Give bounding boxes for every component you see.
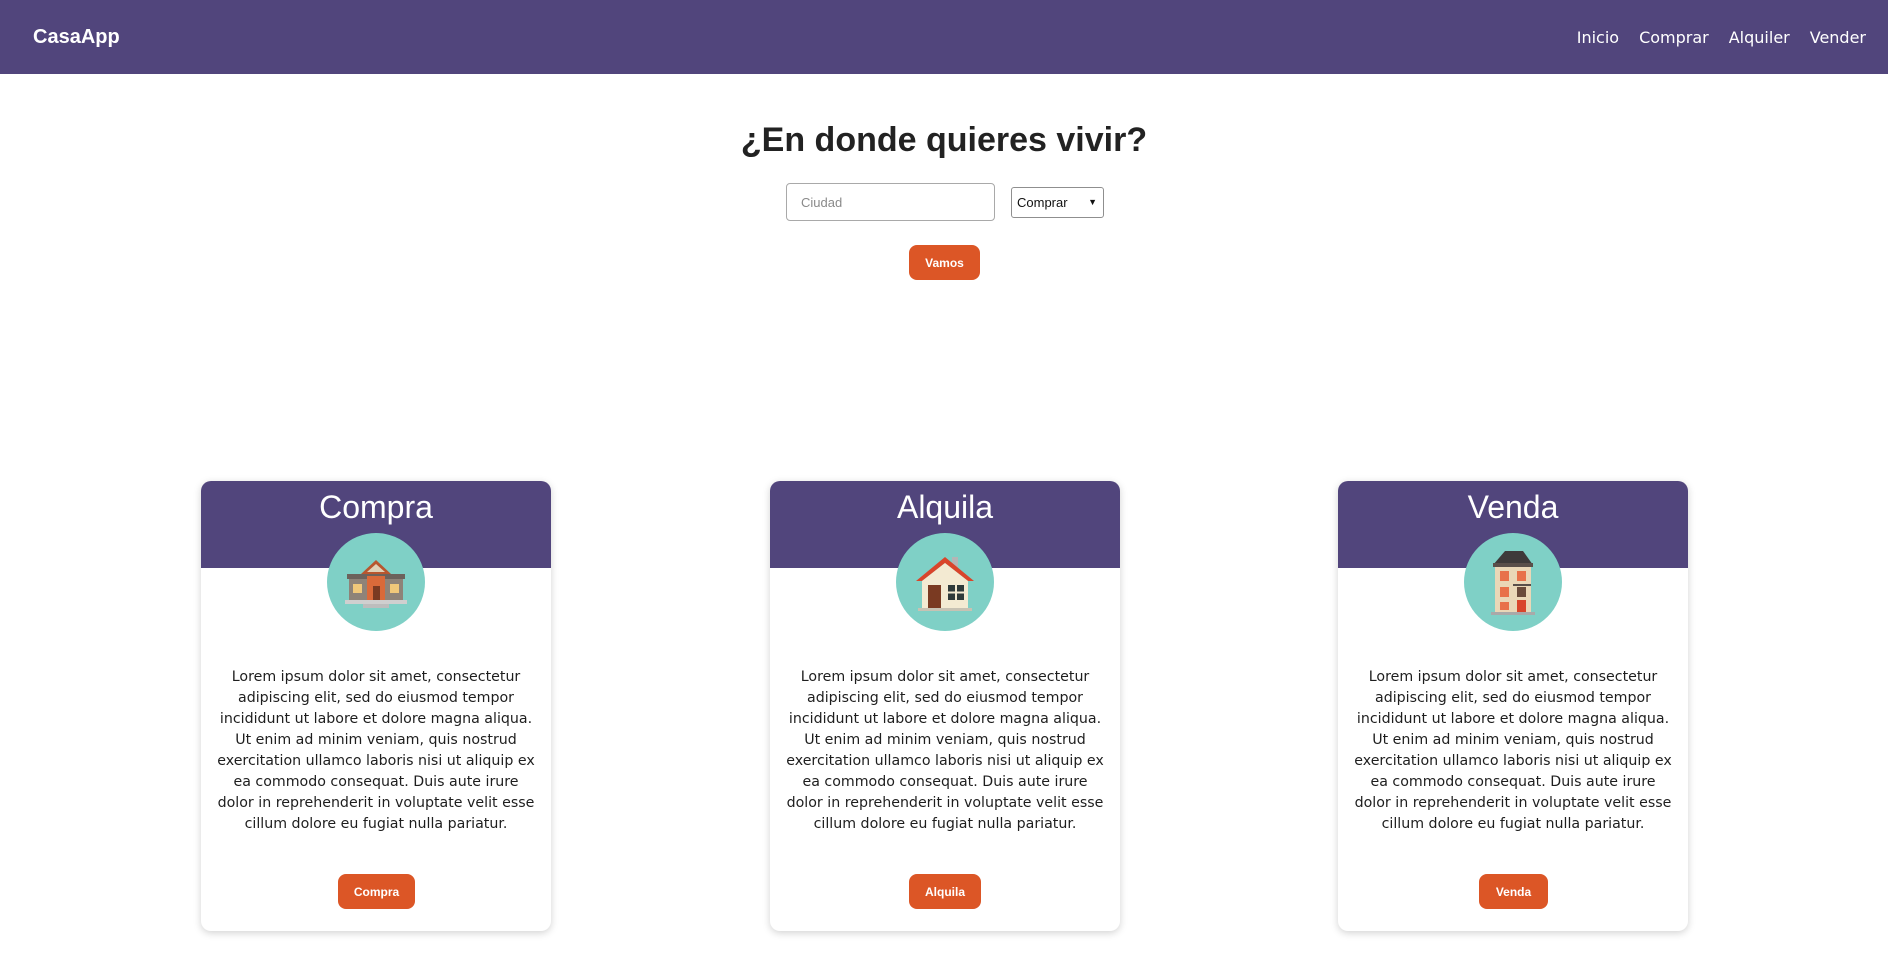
cottage-icon: [896, 533, 994, 631]
page-title: ¿En donde quieres vivir?: [740, 121, 1148, 159]
card-description: Lorem ipsum dolor sit amet, consectetur …: [1354, 669, 1672, 832]
caret-down-icon: ▼: [1088, 197, 1097, 207]
card-title: Compra: [319, 489, 433, 525]
card-description: Lorem ipsum dolor sit amet, consectetur …: [786, 669, 1104, 832]
go-button[interactable]: Vamos: [909, 245, 980, 280]
brand-logo-link[interactable]: CasaApp: [33, 26, 120, 49]
nav-link-vender[interactable]: Vender: [1810, 28, 1866, 47]
operation-select-value: Comprar: [1017, 194, 1068, 210]
nav-links: Inicio Comprar Alquiler Vender: [1557, 28, 1866, 47]
nav-link-alquiler[interactable]: Alquiler: [1729, 28, 1790, 47]
card-title: Alquila: [896, 489, 994, 525]
nav-link-inicio[interactable]: Inicio: [1577, 28, 1619, 47]
townhouse-icon: [327, 533, 425, 631]
alquila-button[interactable]: Alquila: [909, 874, 981, 909]
apartment-building-icon: [1464, 533, 1562, 631]
venda-button[interactable]: Venda: [1479, 874, 1548, 909]
card-description: Lorem ipsum dolor sit amet, consectetur …: [217, 669, 535, 832]
card-venda: Venda Lorem ipsum dolor sit amet, consec…: [1338, 481, 1688, 931]
compra-button[interactable]: Compra: [338, 874, 415, 909]
city-input[interactable]: [786, 183, 995, 221]
card-alquila: Alquila Lorem ipsum dolor sit amet, cons…: [770, 481, 1120, 931]
card-compra: Compra Lorem ipsum dolor sit amet, conse…: [201, 481, 551, 931]
search-row: Comprar ▼: [786, 183, 1104, 221]
nav-link-comprar[interactable]: Comprar: [1639, 28, 1709, 47]
top-navbar: CasaApp Inicio Comprar Alquiler Vender: [0, 0, 1888, 74]
operation-select[interactable]: Comprar ▼: [1011, 186, 1104, 218]
card-title: Venda: [1467, 489, 1559, 525]
